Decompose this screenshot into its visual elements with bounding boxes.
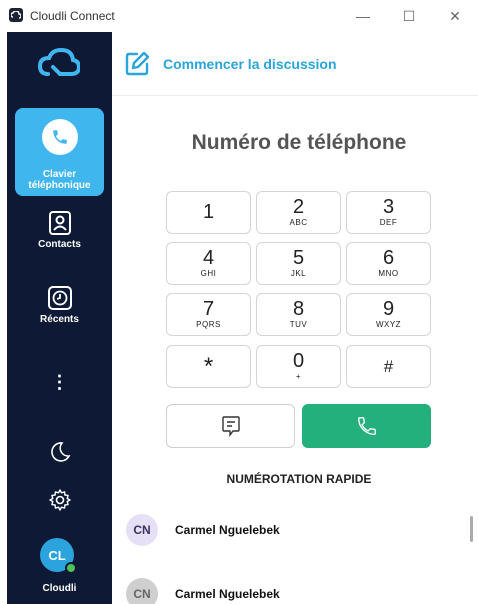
dialpad-key-3[interactable]: 3 DEF xyxy=(346,191,431,234)
key-digit: 8 xyxy=(292,298,305,320)
key-letters: ABC xyxy=(289,218,308,227)
user-name: Cloudli xyxy=(42,583,77,594)
contact-card-icon xyxy=(48,211,71,235)
compose-icon[interactable] xyxy=(124,51,150,77)
phone-icon xyxy=(357,417,376,435)
scrollbar-thumb[interactable] xyxy=(470,516,473,542)
key-letters: WXYZ xyxy=(375,320,402,329)
dialpad-key-5[interactable]: 5 JKL xyxy=(256,242,341,285)
dialpad-key-hash[interactable]: # xyxy=(346,345,431,388)
phone-number-display[interactable]: Numéro de téléphone xyxy=(112,131,478,155)
key-letters: GHI xyxy=(200,269,217,278)
sidebar-item-contacts[interactable]: Contacts xyxy=(7,210,112,250)
app-window: Cloudli Connect — ☐ ✕ Clavier téléphoniq… xyxy=(0,0,478,604)
key-digit: 1 xyxy=(202,201,215,223)
key-letters: + xyxy=(295,372,302,381)
send-message-button[interactable] xyxy=(166,404,295,448)
dialpad-key-star[interactable]: * xyxy=(166,345,251,388)
dialpad-key-1[interactable]: 1 xyxy=(166,191,251,234)
sidebar: Clavier téléphonique Contacts Récents ⋮ xyxy=(7,32,112,604)
key-digit: 3 xyxy=(382,196,395,218)
phone-icon xyxy=(41,119,78,155)
app-logo-icon xyxy=(9,8,23,22)
more-vertical-icon[interactable]: ⋮ xyxy=(7,372,112,393)
sidebar-label-line1: Clavier xyxy=(42,169,77,180)
key-letters: JKL xyxy=(290,269,307,278)
sidebar-item-label: Contacts xyxy=(38,239,81,250)
contact-avatar: CN xyxy=(126,514,158,546)
key-digit: 5 xyxy=(292,247,305,269)
close-button[interactable]: ✕ xyxy=(432,0,478,32)
start-discussion-link[interactable]: Commencer la discussion xyxy=(163,56,337,72)
contact-name: Carmel Nguelebek xyxy=(175,587,280,601)
sidebar-item-label: Récents xyxy=(40,314,79,325)
message-icon xyxy=(221,416,240,437)
sidebar-item-label: Clavier téléphonique xyxy=(28,169,90,191)
key-letters: DEF xyxy=(379,218,398,227)
dialpad-key-9[interactable]: 9 WXYZ xyxy=(346,293,431,336)
call-button[interactable] xyxy=(302,404,431,448)
key-digit: * xyxy=(203,353,214,380)
online-status-indicator xyxy=(65,562,77,574)
header: Commencer la discussion xyxy=(112,32,478,96)
dialpad-key-8[interactable]: 8 TUV xyxy=(256,293,341,336)
key-digit: 4 xyxy=(202,247,215,269)
sidebar-label-line2: téléphonique xyxy=(28,180,91,191)
key-digit: 0 xyxy=(292,350,305,372)
main-panel: Commencer la discussion Numéro de téléph… xyxy=(112,32,478,604)
dialpad-key-0[interactable]: 0 + xyxy=(256,345,341,388)
contact-avatar: CN xyxy=(126,578,158,604)
sidebar-item-dialpad[interactable]: Clavier téléphonique xyxy=(15,108,104,196)
key-digit: 6 xyxy=(382,247,395,269)
minimize-button[interactable]: — xyxy=(340,0,386,32)
key-letters: PQRS xyxy=(196,320,221,329)
title-bar: Cloudli Connect — ☐ ✕ xyxy=(0,0,478,32)
dialpad-key-4[interactable]: 4 GHI xyxy=(166,242,251,285)
key-digit: 9 xyxy=(382,298,395,320)
theme-toggle-button[interactable] xyxy=(7,440,112,464)
gear-icon xyxy=(48,489,71,511)
cloudli-logo-icon xyxy=(37,47,82,78)
key-letters: TUV xyxy=(289,320,308,329)
dialpad-key-6[interactable]: 6 MNO xyxy=(346,242,431,285)
speed-dial-contact[interactable]: CN Carmel Nguelebek xyxy=(112,508,462,552)
key-digit: 7 xyxy=(202,298,215,320)
maximize-button[interactable]: ☐ xyxy=(386,0,432,32)
settings-button[interactable] xyxy=(7,488,112,512)
moon-icon xyxy=(50,442,70,462)
speed-dial-heading: NUMÉROTATION RAPIDE xyxy=(226,472,372,486)
key-digit: 2 xyxy=(292,196,305,218)
speed-dial-contact[interactable]: CN Carmel Nguelebek xyxy=(112,572,462,604)
dialpad-key-2[interactable]: 2 ABC xyxy=(256,191,341,234)
clock-icon xyxy=(47,286,72,310)
sidebar-item-recents[interactable]: Récents xyxy=(7,285,112,325)
key-letters: MNO xyxy=(378,269,399,278)
dialpad-key-7[interactable]: 7 PQRS xyxy=(166,293,251,336)
key-digit: # xyxy=(383,357,394,376)
window-title: Cloudli Connect xyxy=(30,9,115,23)
contact-name: Carmel Nguelebek xyxy=(175,523,280,537)
